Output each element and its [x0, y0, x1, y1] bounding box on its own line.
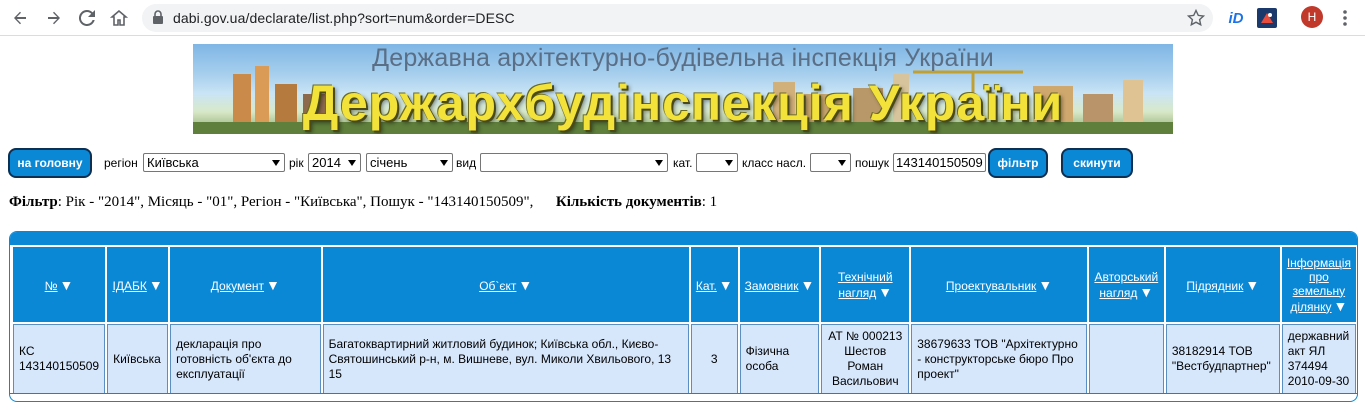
sort-arrow-icon[interactable]: ▼ [800, 277, 814, 293]
reset-button[interactable]: скинути [1061, 148, 1133, 178]
filter-bar: на головну регіон Київська рік 2014 січе… [0, 146, 1365, 182]
column-header-link[interactable]: Проектувальник [946, 279, 1036, 293]
type-label: вид [456, 156, 477, 170]
column-header-link[interactable]: Підрядник [1186, 279, 1243, 293]
column-header-document[interactable]: Документ ▼ [170, 247, 321, 322]
column-header-link[interactable]: Замовник [745, 279, 799, 293]
column-header-object[interactable]: Об`єкт ▼ [322, 247, 689, 322]
column-header-link[interactable]: Кат. [696, 279, 717, 293]
cell-category: 3 [690, 324, 738, 394]
column-header-number[interactable]: № ▼ [13, 247, 106, 322]
chevron-down-icon [838, 160, 846, 166]
cell-contractor: 38182914 ТОВ "Вестбудпартнер" [1165, 324, 1280, 394]
year-select[interactable]: 2014 [308, 153, 361, 172]
column-header-designer[interactable]: Проектувальник ▼ [911, 247, 1087, 322]
chevron-down-icon [725, 160, 733, 166]
sort-arrow-icon[interactable]: ▼ [1139, 284, 1153, 300]
sort-arrow-icon[interactable]: ▼ [719, 277, 733, 293]
cell-idabk: Київська [107, 324, 169, 394]
column-header-link[interactable]: Документ [211, 279, 264, 293]
reload-icon[interactable] [75, 6, 99, 30]
cell-author-supervision [1088, 324, 1164, 394]
sort-arrow-icon[interactable]: ▼ [518, 277, 532, 293]
filter-summary: Фільтр: Рік - "2014", Місяць - "01", Рег… [9, 194, 717, 211]
sort-arrow-icon[interactable]: ▼ [1038, 277, 1052, 293]
column-header-author-supervision[interactable]: Авторський нагляд ▼ [1088, 247, 1164, 322]
document-count-text: : 1 [701, 194, 718, 210]
month-select-value: січень [370, 155, 408, 170]
column-header-land-info[interactable]: Інформація про земельну ділянку ▼ [1281, 247, 1356, 322]
home-icon[interactable] [107, 6, 131, 30]
sort-arrow-icon[interactable]: ▼ [149, 277, 163, 293]
category-select[interactable] [696, 153, 738, 172]
column-header-category[interactable]: Кат. ▼ [690, 247, 738, 322]
header-banner: Державна архітектурно-будівельна інспекц… [193, 44, 1173, 134]
extension-icon[interactable] [1257, 8, 1277, 28]
column-header-link[interactable]: № [45, 279, 58, 293]
type-select[interactable] [480, 153, 668, 172]
search-input[interactable]: 143140150509 [893, 153, 986, 172]
column-header-contractor[interactable]: Підрядник ▼ [1165, 247, 1280, 322]
sort-arrow-icon[interactable]: ▼ [60, 277, 74, 293]
cell-land-info: державний акт ЯЛ 374494 2010-09-30 [1281, 324, 1356, 394]
class-label: класс насл. [742, 156, 807, 170]
filter-summary-label: Фільтр [9, 194, 58, 210]
sort-arrow-icon[interactable]: ▼ [1245, 277, 1259, 293]
home-button[interactable]: на головну [8, 148, 92, 178]
region-label: регіон [104, 156, 138, 170]
profile-avatar[interactable]: Н [1301, 6, 1323, 28]
region-select[interactable]: Київська [143, 153, 285, 172]
banner-subtitle: Державна архітектурно-будівельна інспекц… [372, 44, 994, 72]
category-label: кат. [673, 156, 693, 170]
back-icon[interactable] [8, 6, 32, 30]
results-table-container: № ▼ ІДАБК ▼ Документ ▼ Об`єкт ▼ Кат. ▼ Замовн… [9, 231, 1358, 402]
month-select[interactable]: січень [366, 153, 453, 172]
url-text: dabi.gov.ua/declarate/list.php?sort=num&… [173, 10, 515, 26]
chevron-down-icon [272, 160, 280, 166]
lock-icon [152, 10, 166, 26]
sort-arrow-icon[interactable]: ▼ [878, 284, 892, 300]
column-header-tech-supervision[interactable]: Технічний нагляд ▼ [821, 247, 910, 322]
class-select[interactable] [810, 153, 851, 172]
year-select-value: 2014 [312, 155, 341, 170]
document-count-label: Кількість документів [555, 194, 702, 210]
cell-object: Багатоквартирний житловий будинок; Київс… [322, 324, 689, 394]
banner-title: Держархбудінспекція України [302, 75, 1064, 131]
table-bottom-border [10, 393, 1357, 401]
table-row: КС 143140150509 Київська декларація про … [13, 324, 1356, 394]
filter-button[interactable]: фільтр [988, 148, 1048, 178]
cell-customer: Фізична особа [739, 324, 820, 394]
cell-document[interactable]: декларація про готовність об'єкта до екс… [170, 324, 321, 394]
address-bar[interactable]: dabi.gov.ua/declarate/list.php?sort=num&… [142, 4, 1213, 32]
chevron-down-icon [348, 160, 356, 166]
browser-menu-icon[interactable] [1337, 8, 1353, 28]
results-table: № ▼ ІДАБК ▼ Документ ▼ Об`єкт ▼ Кат. ▼ Замовн… [11, 245, 1357, 396]
chevron-down-icon [655, 160, 663, 166]
chevron-down-icon [440, 160, 448, 166]
browser-toolbar: dabi.gov.ua/declarate/list.php?sort=num&… [0, 0, 1365, 36]
filter-summary-text: : Рік - "2014", Місяць - "01", Регіон - … [57, 194, 534, 210]
column-header-idabk[interactable]: ІДАБК ▼ [107, 247, 169, 322]
table-top-bar [10, 232, 1357, 245]
table-header-row: № ▼ ІДАБК ▼ Документ ▼ Об`єкт ▼ Кат. ▼ Замовн… [13, 247, 1356, 322]
year-label: рік [289, 156, 304, 170]
column-header-customer[interactable]: Замовник ▼ [739, 247, 820, 322]
cell-tech-supervision: АТ № 000213 Шестов Роман Васильович [821, 324, 910, 394]
extension-id-icon[interactable]: iD [1226, 8, 1246, 28]
region-select-value: Київська [147, 155, 199, 170]
cell-designer: 38679633 ТОВ "Архітектурно - конструктор… [911, 324, 1087, 394]
column-header-link[interactable]: Об`єкт [479, 279, 516, 293]
search-label: пошук [855, 156, 890, 170]
cell-number: КС 143140150509 [13, 324, 106, 394]
sort-arrow-icon[interactable]: ▼ [1334, 298, 1348, 314]
forward-icon[interactable] [42, 6, 66, 30]
sort-arrow-icon[interactable]: ▼ [266, 277, 280, 293]
bookmark-star-icon[interactable] [1186, 8, 1206, 27]
column-header-link[interactable]: ІДАБК [112, 279, 146, 293]
